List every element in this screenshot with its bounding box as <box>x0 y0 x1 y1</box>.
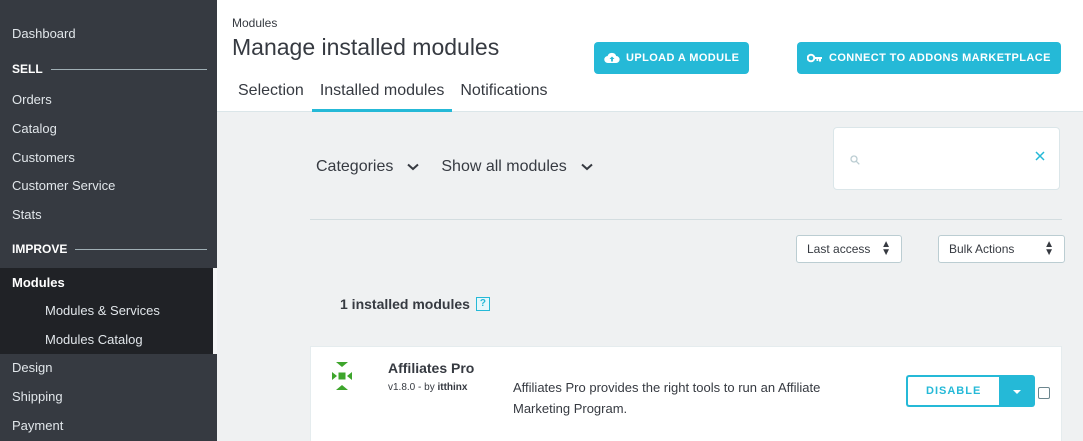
disable-button[interactable]: DISABLE <box>906 375 1000 407</box>
sidebar-item-payment[interactable]: Payment <box>12 415 63 437</box>
chevron-down-icon <box>407 163 420 171</box>
page-title: Manage installed modules <box>232 34 500 60</box>
upload-module-button[interactable]: UPLOAD A MODULE <box>594 42 750 74</box>
sidebar-section-label: SELL <box>12 62 43 76</box>
caret-down-icon <box>1012 382 1022 400</box>
module-author: itthinx <box>437 382 468 393</box>
breadcrumb[interactable]: Modules <box>232 16 277 30</box>
tab-selection[interactable]: Selection <box>230 80 312 112</box>
sidebar-section-label: IMPROVE <box>12 242 68 256</box>
module-filters: Categories Show all modules <box>316 158 615 176</box>
help-icon[interactable]: ? <box>475 297 490 311</box>
module-by-label: by <box>424 382 435 393</box>
upload-module-label: UPLOAD A MODULE <box>626 52 740 64</box>
page-header: Modules Manage installed modules UPLOAD … <box>217 0 1083 112</box>
connect-marketplace-label: CONNECT TO ADDONS MARKETPLACE <box>829 52 1051 64</box>
bulk-actions-select[interactable]: Bulk Actions ▲ ▼ <box>938 235 1065 263</box>
tab-installed-modules[interactable]: Installed modules <box>311 80 453 112</box>
cloud-upload-icon <box>604 52 620 64</box>
sidebar-active-indicator <box>213 268 217 354</box>
module-logo-icon <box>331 361 353 396</box>
bulk-actions-value: Bulk Actions <box>949 242 1015 256</box>
installed-modules-count: 1 installed modules ? <box>340 296 490 312</box>
installed-count-label: 1 installed modules <box>340 296 470 312</box>
sort-select-value: Last access <box>807 242 871 256</box>
clear-search-icon[interactable] <box>1035 148 1045 166</box>
section-divider <box>50 68 207 70</box>
module-search <box>833 127 1060 190</box>
sort-arrows-icon: ▲ ▼ <box>1044 239 1054 258</box>
module-meta: v1.8.0 - by itthinx <box>388 382 468 393</box>
module-tabs: Selection Installed modules Notification… <box>217 80 556 112</box>
chevron-down-icon <box>581 163 593 171</box>
module-action-group: DISABLE <box>906 375 1036 407</box>
categories-label: Categories <box>316 158 394 175</box>
search-input[interactable] <box>868 146 1028 172</box>
sidebar-item-customers[interactable]: Customers <box>12 147 75 169</box>
key-icon <box>807 53 823 63</box>
show-modules-dropdown[interactable]: Show all modules <box>441 158 593 176</box>
sidebar-section-sell: SELL <box>12 60 207 78</box>
connect-marketplace-button[interactable]: CONNECT TO ADDONS MARKETPLACE <box>797 42 1061 74</box>
tab-notifications[interactable]: Notifications <box>452 80 555 112</box>
search-icon <box>850 152 860 170</box>
section-divider <box>75 248 207 250</box>
show-modules-label: Show all modules <box>441 158 567 175</box>
module-description: Affiliates Pro provides the right tools … <box>513 380 821 416</box>
sidebar-subitem-modules-services[interactable]: Modules & Services <box>45 300 160 322</box>
categories-dropdown[interactable]: Categories <box>316 158 420 176</box>
module-version: v1.8.0 <box>388 382 416 393</box>
module-select-checkbox[interactable] <box>1038 387 1050 399</box>
sort-arrows-icon: ▲ ▼ <box>881 239 891 258</box>
sort-select[interactable]: Last access ▲ ▼ <box>796 235 902 263</box>
sidebar-subitem-modules-catalog[interactable]: Modules Catalog <box>45 329 143 351</box>
sidebar-item-design[interactable]: Design <box>12 357 52 379</box>
sidebar: Dashboard SELL Orders Catalog Customers … <box>0 0 217 441</box>
sidebar-item-orders[interactable]: Orders <box>12 89 52 111</box>
module-card: Affiliates Pro v1.8.0 - by itthinx Affil… <box>310 346 1062 441</box>
module-name: Affiliates Pro <box>388 360 475 376</box>
sidebar-item-shipping[interactable]: Shipping <box>12 386 63 408</box>
sidebar-item-dashboard[interactable]: Dashboard <box>12 23 76 45</box>
action-dropdown-toggle[interactable] <box>999 375 1036 407</box>
sidebar-section-improve: IMPROVE <box>12 240 207 258</box>
sidebar-item-catalog[interactable]: Catalog <box>12 118 57 140</box>
sidebar-item-customer-service[interactable]: Customer Service <box>12 175 115 197</box>
sidebar-item-stats[interactable]: Stats <box>12 204 42 226</box>
sidebar-item-modules[interactable]: Modules <box>12 272 65 294</box>
content-divider <box>310 219 1062 220</box>
